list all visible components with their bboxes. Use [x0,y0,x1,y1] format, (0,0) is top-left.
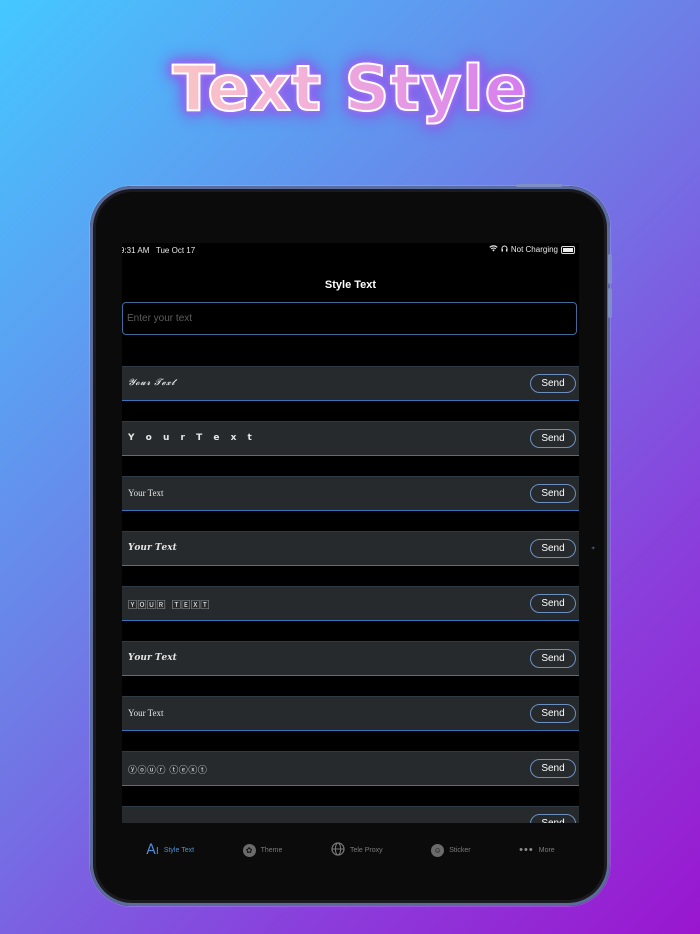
style-row: 𝓨𝓸𝓾𝓻 𝓣𝓮𝔁𝓽 Send [122,366,579,401]
tab-label: Theme [260,846,283,854]
tab-label: Sticker [449,846,471,854]
battery-icon [561,245,575,254]
send-button[interactable]: Send [530,649,576,668]
send-button[interactable]: Send [530,484,576,503]
send-button[interactable]: Send [530,539,576,558]
wifi-icon [489,245,498,254]
charging-status: Not Charging [510,245,558,254]
tab-label: Style Text [163,846,195,854]
send-button[interactable]: Send [530,374,576,393]
power-button [516,184,562,187]
volume-button-top [608,254,612,284]
status-time: 9:31 AM [122,246,150,255]
style-row: 🅈🄾🅄🅁 🅃🄴🅇🅃 Send [122,586,579,621]
status-bar: 9:31 AM Tue Oct 17 Not Charging [122,243,579,259]
hero-title: Text Style [0,51,700,126]
styled-text-preview: ⓨⓞⓤⓡ ⓣⓔⓧⓣ [128,766,208,776]
style-row: Y o u r T e x t Send [122,421,579,456]
more-dots-icon: ••• [519,844,534,856]
globe-icon [331,842,345,858]
tab-style-text[interactable]: AI Style Text [146,843,194,857]
styled-text-preview: Your Text [128,488,164,498]
tab-theme[interactable]: ✿ Theme [242,843,283,857]
style-row: 𝒀𝒐𝒖𝒓 𝑻𝒆𝒙𝒕 Send [122,641,579,676]
style-row: Your Text Send [122,476,579,511]
styled-text-preview: Y o u r T e x t [128,433,256,443]
style-text-icon: AI [146,842,159,858]
status-time-date: 9:31 AM Tue Oct 17 [122,246,195,255]
headphones-icon [501,245,508,254]
palette-icon: ✿ [242,843,256,857]
status-indicators: Not Charging [489,245,575,254]
style-row: Your Text Send [122,696,579,731]
tab-sticker[interactable]: ☺ Sticker [431,843,471,857]
text-input[interactable] [122,302,577,335]
volume-button-bottom [608,288,612,318]
styled-text-preview: 𝓨𝓸𝓾𝓻 𝓣𝓮𝔁𝓽 [128,378,176,388]
styled-text-preview: Your Text [128,708,164,718]
smiley-icon: ☺ [431,843,445,857]
app-screen: 9:31 AM Tue Oct 17 Not Charging Style Te… [122,243,579,875]
style-row: 𝒀𝒐𝒖𝒓 𝑻𝒆𝒙𝒕 Send [122,531,579,566]
pointer-icon: ⁺ [591,545,596,554]
send-button[interactable]: Send [530,759,576,778]
styled-text-preview: 🅈🄾🅄🅁 🅃🄴🅇🅃 [128,601,210,611]
style-list: 𝓨𝓸𝓾𝓻 𝓣𝓮𝔁𝓽 Send Y o u r T e x t Send Your… [122,366,579,861]
style-row: ⓨⓞⓤⓡ ⓣⓔⓧⓣ Send [122,751,579,786]
send-button[interactable]: Send [530,429,576,448]
send-button[interactable]: Send [530,594,576,613]
send-button[interactable]: Send [530,704,576,723]
status-date: Tue Oct 17 [155,246,196,255]
tab-bar: AI Style Text ✿ Theme Tele Proxy ☺ Stick… [122,823,579,875]
styled-text-preview: 𝒀𝒐𝒖𝒓 𝑻𝒆𝒙𝒕 [128,653,177,663]
page-title: Style Text [324,279,377,291]
tab-more[interactable]: ••• More [519,844,555,856]
tab-label: Tele Proxy [349,846,383,854]
tab-label: More [538,846,555,854]
styled-text-preview: 𝒀𝒐𝒖𝒓 𝑻𝒆𝒙𝒕 [128,543,177,553]
tab-tele-proxy[interactable]: Tele Proxy [331,842,383,858]
